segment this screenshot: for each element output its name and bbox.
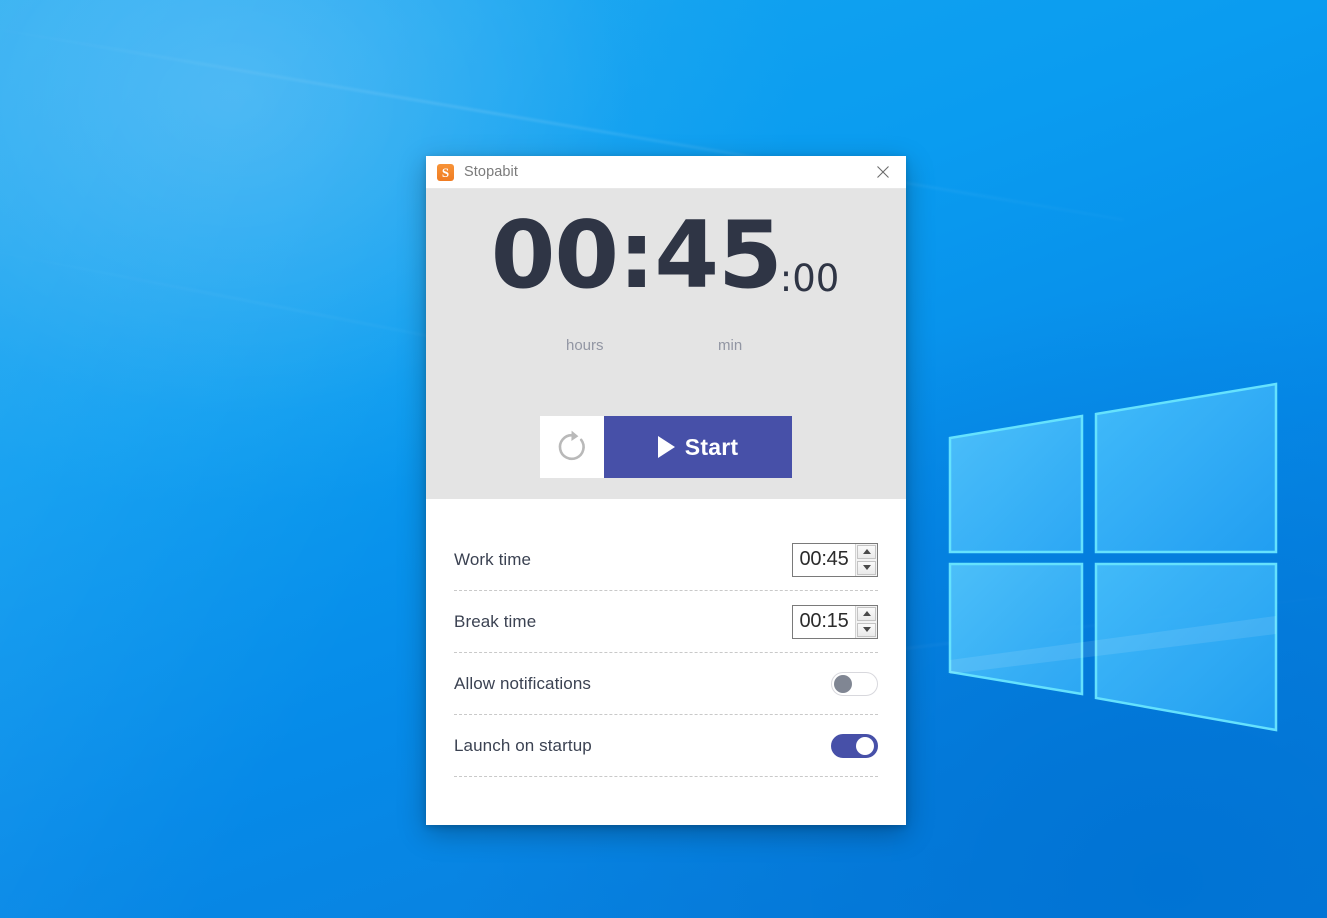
work-time-decrement-button[interactable] bbox=[857, 560, 876, 575]
toggle-knob bbox=[856, 736, 874, 755]
timer-unit-hours: hours bbox=[566, 337, 604, 354]
setting-label-launch-on-startup: Launch on startup bbox=[454, 735, 592, 755]
setting-label-allow-notifications: Allow notifications bbox=[454, 673, 592, 693]
start-button-label: Start bbox=[684, 433, 739, 460]
timer-panel: 00:45:00 hours min Start bbox=[426, 189, 906, 499]
timer-main-value: 00:45 bbox=[490, 201, 783, 309]
break-time-decrement-button[interactable] bbox=[857, 622, 876, 637]
timer-unit-labels: hours min bbox=[426, 337, 906, 357]
refresh-icon bbox=[558, 430, 585, 461]
allow-notifications-toggle[interactable] bbox=[831, 671, 878, 696]
caret-down-icon bbox=[862, 627, 871, 632]
play-icon bbox=[657, 436, 675, 458]
timer-seconds-value: :00 bbox=[779, 257, 840, 300]
setting-row-launch-on-startup: Launch on startup bbox=[454, 715, 878, 777]
break-time-arrows bbox=[855, 605, 877, 638]
close-icon bbox=[877, 166, 889, 178]
timer-readout: 00:45:00 bbox=[426, 209, 906, 302]
work-time-arrows bbox=[855, 543, 877, 576]
desktop: S Stopabit 00:45:00 hours min Start Work… bbox=[0, 0, 1327, 918]
setting-label-break-time: Break time bbox=[454, 611, 537, 631]
caret-up-icon bbox=[862, 549, 871, 554]
timer-controls: Start bbox=[426, 416, 906, 478]
stopabit-app-icon: S bbox=[437, 163, 454, 181]
setting-row-break-time: Break time 00:15 bbox=[454, 591, 878, 653]
window-title: Stopabit bbox=[464, 164, 519, 180]
work-time-increment-button[interactable] bbox=[857, 544, 876, 559]
break-time-increment-button[interactable] bbox=[857, 606, 876, 621]
toggle-knob bbox=[834, 674, 852, 693]
setting-row-allow-notifications: Allow notifications bbox=[454, 653, 878, 715]
work-time-value[interactable]: 00:45 bbox=[793, 544, 855, 576]
caret-down-icon bbox=[862, 565, 871, 570]
start-button[interactable]: Start bbox=[604, 416, 792, 478]
setting-label-work-time: Work time bbox=[454, 549, 532, 569]
settings-panel: Work time 00:45 Break time 00:15 Allow n… bbox=[426, 499, 906, 777]
close-button[interactable] bbox=[860, 156, 906, 188]
stopabit-window: S Stopabit 00:45:00 hours min Start Work… bbox=[426, 156, 906, 825]
window-titlebar[interactable]: S Stopabit bbox=[426, 156, 906, 189]
reset-button[interactable] bbox=[540, 416, 604, 478]
break-time-spinner[interactable]: 00:15 bbox=[792, 604, 878, 639]
work-time-spinner[interactable]: 00:45 bbox=[792, 542, 878, 577]
setting-row-work-time: Work time 00:45 bbox=[454, 529, 878, 591]
break-time-value[interactable]: 00:15 bbox=[793, 606, 855, 638]
windows-logo bbox=[930, 372, 1302, 764]
launch-on-startup-toggle[interactable] bbox=[831, 733, 878, 758]
timer-unit-min: min bbox=[718, 337, 743, 354]
caret-up-icon bbox=[862, 611, 871, 616]
